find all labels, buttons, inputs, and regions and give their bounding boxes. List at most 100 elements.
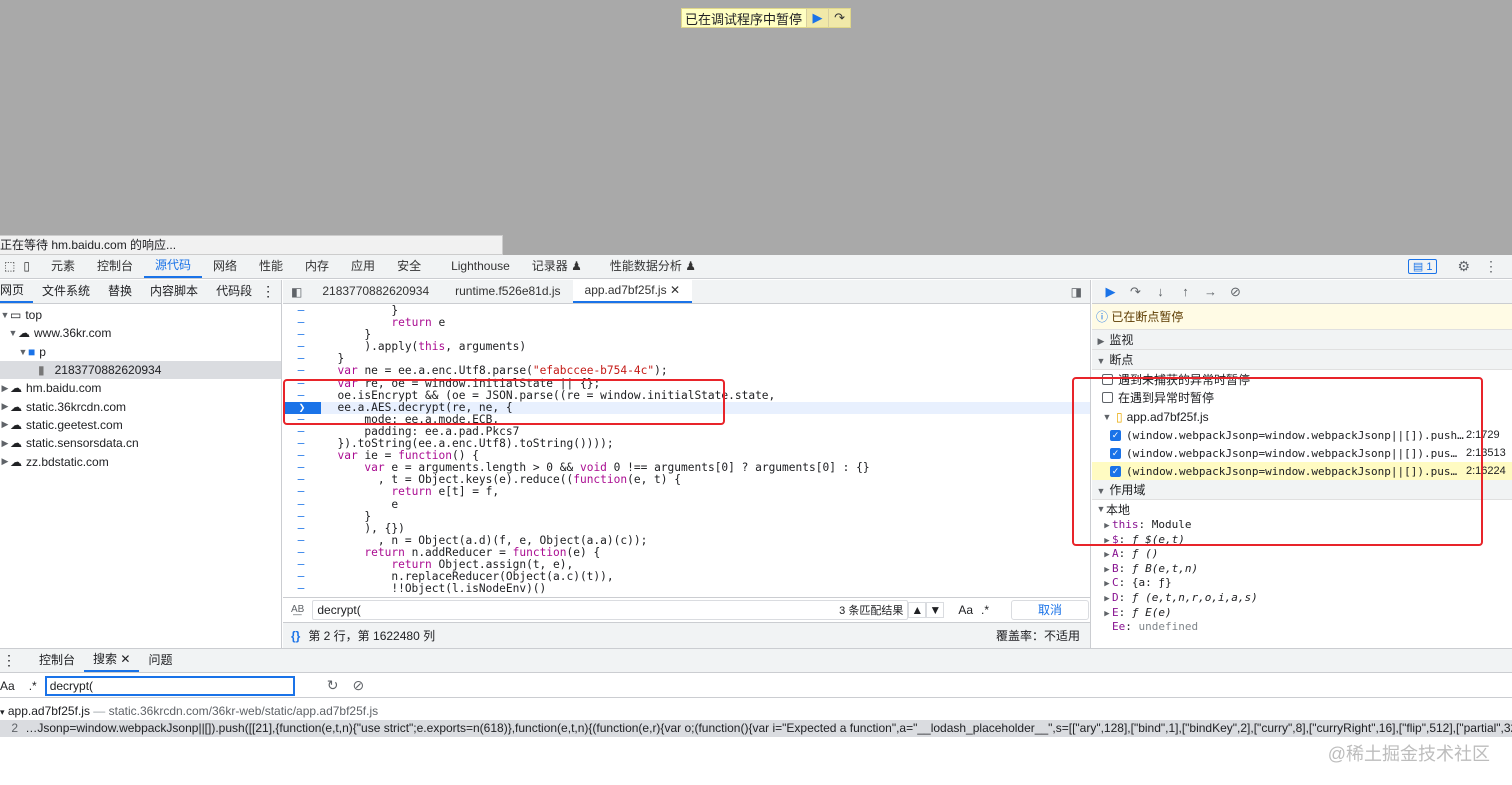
navigator-pane: 网页 文件系统 替换 内容脚本 代码段 ⋮ ▼ ▭ top ▼ ☁ www.36kr.c… [0, 280, 282, 648]
resume-icon[interactable]: ▶ [1098, 284, 1123, 300]
frame-icon: ▭ [10, 308, 22, 323]
file-tab-runtime[interactable]: runtime.f526e81d.js [443, 280, 572, 303]
file-icon: ▮ [38, 363, 45, 378]
step-over-button[interactable]: ↷ [828, 9, 851, 27]
cloud-icon: ☁ [10, 454, 22, 469]
tab-sources[interactable]: 源代码 [143, 255, 202, 278]
tab-overrides[interactable]: 替换 [99, 280, 141, 303]
next-match-button[interactable]: ▼ [926, 601, 945, 618]
tree-item-geetest[interactable]: ▶ ☁ static.geetest.com [0, 416, 281, 434]
folder-icon: ■ [28, 344, 36, 359]
tab-snippets[interactable]: 代码段 [207, 280, 261, 303]
watch-section[interactable]: ▶ 监视 [1092, 330, 1512, 350]
tab-elements[interactable]: 元素 [40, 255, 86, 278]
resume-button[interactable]: ▶ [806, 9, 829, 27]
tab-performance-insights[interactable]: 性能数据分析 ♟ [599, 255, 707, 278]
step-over-icon[interactable]: ↷ [1123, 284, 1148, 300]
tree-item-36krcdn[interactable]: ▶ ☁ static.36krcdn.com [0, 397, 281, 415]
tree-item-file[interactable]: ▮ 2183770882620934 [0, 360, 281, 380]
tree-item-bdstatic[interactable]: ▶ ☁ zz.bdstatic.com [0, 452, 281, 470]
cursor-position: 第 2 行，第 1622480 列 [308, 629, 436, 643]
drawer-menu-icon[interactable]: ⋮ [0, 652, 24, 669]
tab-page[interactable]: 网页 [0, 280, 34, 303]
issues-count: 1 [1426, 261, 1433, 273]
match-case-toggle[interactable]: Aa [958, 603, 973, 617]
tab-application[interactable]: 应用 [340, 255, 386, 278]
drawer-tab-search[interactable]: 搜索 ✕ [84, 649, 140, 672]
step-into-icon[interactable]: ↓ [1148, 284, 1173, 299]
scope-var[interactable]: ▶ D: ƒ (e,t,n,r,o,i,a,s) [1092, 591, 1512, 606]
tab-lighthouse[interactable]: Lighthouse [440, 255, 521, 278]
regex-toggle[interactable]: .* [21, 679, 45, 693]
prev-match-button[interactable]: ▲ [908, 601, 927, 618]
cloud-icon: ☁ [10, 399, 22, 414]
coverage-status: 覆盖率：不适用 [995, 629, 1080, 643]
tree-item-p[interactable]: ▼ ■ p [0, 343, 281, 361]
scope-var[interactable]: Ee: undefined [1092, 620, 1512, 635]
editor-search-field[interactable]: decrypt( 3 条匹配结果 [312, 599, 909, 620]
step-icon[interactable]: → [1198, 284, 1223, 299]
cloud-icon: ☁ [10, 436, 22, 451]
tab-recorder[interactable]: 记录器 ♟ [521, 255, 593, 278]
regex-toggle[interactable]: .* [981, 603, 989, 617]
editor-status-bar: {} 第 2 行，第 1622480 列 覆盖率：不适用 [283, 622, 1090, 648]
tree-item-top[interactable]: ▼ ▭ top [0, 306, 281, 324]
clear-icon[interactable]: ⊘ [352, 677, 364, 694]
device-toggle-icon[interactable]: ▯ [19, 255, 40, 278]
editor-search-input[interactable]: decrypt( [317, 603, 839, 617]
refresh-icon[interactable]: ↻ [327, 677, 339, 694]
inspect-icon[interactable]: ⬚ [0, 255, 19, 278]
tab-network[interactable]: 网络 [202, 255, 248, 278]
drawer-tab-issues[interactable]: 问题 [139, 649, 181, 672]
file-tab-html[interactable]: 2183770882620934 [310, 280, 441, 303]
tab-filesystem[interactable]: 文件系统 [33, 280, 99, 303]
deactivate-breakpoints-icon[interactable]: ⊘ [1223, 284, 1248, 300]
match-case-toggle[interactable]: Aa [0, 679, 21, 693]
editor-search-bar: A͟B decrypt( 3 条匹配结果 ▲ ▼ Aa .* 取消 [283, 597, 1090, 621]
navigator-more-icon[interactable]: ⋮ [261, 283, 275, 300]
expand-icon: ▾ [0, 707, 5, 717]
scope-var[interactable]: ▶ C: {a: ƒ} [1092, 576, 1512, 591]
file-tab-app[interactable]: app.ad7bf25f.js ✕ [572, 280, 693, 303]
close-icon[interactable]: ✕ [670, 283, 680, 297]
step-out-icon[interactable]: ↑ [1173, 284, 1198, 299]
cloud-icon: ☁ [10, 417, 22, 432]
loading-status: 正在等待 hm.baidu.com 的响应... [0, 235, 503, 255]
tab-security[interactable]: 安全 [386, 255, 432, 278]
paused-status: ⓘ 已在断点暂停 [1092, 304, 1512, 330]
scope-var[interactable]: ▶ E: ƒ E(e) [1092, 606, 1512, 621]
devtools-main-tabs: ⬚ ▯ 元素 控制台 源代码 网络 性能 内存 应用 安全 Lighthouse… [0, 255, 1512, 279]
scope-var[interactable]: ▶ B: ƒ B(e,t,n) [1092, 562, 1512, 577]
global-search-input[interactable]: decrypt( [50, 679, 93, 693]
paused-banner-text: 已在调试程序中暂停 [685, 11, 803, 27]
search-result-file[interactable]: ▾ app.ad7bf25f.js — static.36krcdn.com/3… [0, 704, 378, 720]
tab-performance[interactable]: 性能 [248, 255, 294, 278]
global-search-field[interactable]: decrypt( [44, 675, 295, 696]
tree-item-36kr[interactable]: ▼ ☁ www.36kr.com [0, 324, 281, 342]
cancel-search-button[interactable]: 取消 [1011, 599, 1090, 620]
breakpoints-section[interactable]: ▼ 断点 [1092, 350, 1512, 370]
info-icon: ⓘ [1096, 310, 1109, 324]
code-view[interactable]: – } – return e – } – ).apply(this, argum… [283, 305, 1090, 597]
more-menu-icon[interactable]: ⋮ [1484, 258, 1498, 275]
tree-item-sensorsdata[interactable]: ▶ ☁ static.sensorsdata.cn [0, 434, 281, 452]
scope-var[interactable]: ▶ A: ƒ () [1092, 547, 1512, 562]
tree-item-hm-baidu[interactable]: ▶ ☁ hm.baidu.com [0, 379, 281, 397]
tab-memory[interactable]: 内存 [294, 255, 340, 278]
search-result-line[interactable]: 2 …Jsonp=window.webpackJsonp||[]).push([… [0, 720, 1512, 737]
debugger-toolbar: ▶ ↷ ↓ ↑ → ⊘ [1092, 280, 1512, 304]
cloud-icon: ☁ [10, 381, 22, 396]
global-search-bar: Aa .* decrypt( ↻ ⊘ [0, 674, 1512, 698]
cloud-icon: ☁ [18, 326, 30, 341]
drawer-tabs: ⋮ 控制台 搜索 ✕ 问题 [0, 648, 1512, 673]
toggle-debugger-icon[interactable]: ◨ [1071, 285, 1082, 299]
pretty-print-icon[interactable]: {} [283, 629, 308, 643]
match-case-icon[interactable]: A͟B [283, 604, 312, 615]
toggle-navigator-icon[interactable]: ◧ [283, 285, 310, 299]
close-icon[interactable]: ✕ [120, 652, 130, 666]
issues-badge[interactable]: ▤ 1 [1407, 259, 1438, 274]
settings-icon[interactable]: ⚙ [1457, 258, 1470, 275]
tab-console[interactable]: 控制台 [86, 255, 144, 278]
drawer-tab-console[interactable]: 控制台 [30, 649, 84, 672]
tab-content-scripts[interactable]: 内容脚本 [141, 280, 207, 303]
